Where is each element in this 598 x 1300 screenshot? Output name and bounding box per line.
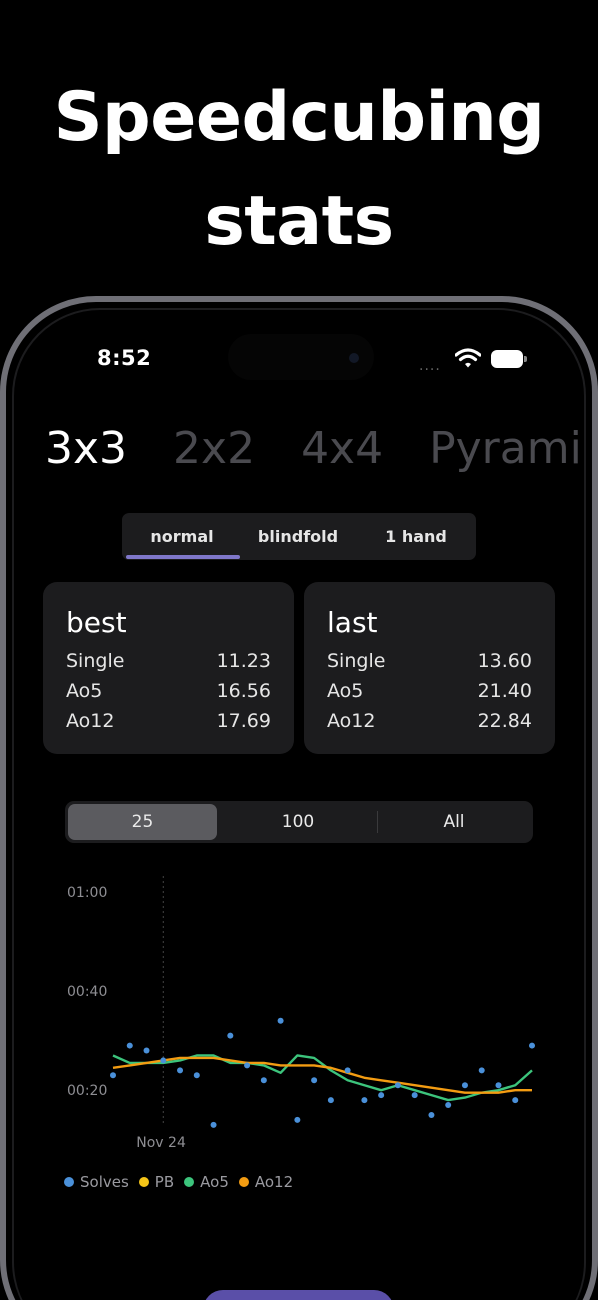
last-single-label: Single <box>327 650 386 672</box>
range-segmented-control: 25 100 All <box>65 801 533 843</box>
best-ao5-label: Ao5 <box>66 680 103 702</box>
solve-point <box>294 1116 301 1123</box>
mode-tab-blindfold[interactable]: blindfold <box>242 513 354 560</box>
puzzle-tab-4x4[interactable]: 4x4 <box>301 418 383 480</box>
solve-point <box>344 1067 351 1074</box>
best-ao12-label: Ao12 <box>66 710 115 732</box>
legend-dot-ao5 <box>184 1177 195 1187</box>
camera-dot <box>349 353 359 363</box>
solve-point <box>529 1042 535 1049</box>
solve-point <box>461 1082 468 1089</box>
solve-point <box>110 1072 116 1079</box>
solve-point <box>177 1067 184 1074</box>
legend-item-pb: PB <box>138 1173 175 1191</box>
best-title: best <box>66 606 127 639</box>
solve-point <box>361 1097 368 1104</box>
solve-point <box>143 1047 150 1054</box>
mode-tab-one-hand[interactable]: 1 hand <box>368 513 464 560</box>
headline: Speedcubing stats <box>0 66 598 274</box>
x-tick-label: Nov 24 <box>136 1135 186 1151</box>
last-ao12-label: Ao12 <box>327 710 376 732</box>
best-single-label: Single <box>66 650 125 672</box>
y-tick-label: 00:40 <box>67 984 107 1000</box>
last-ao5-label: Ao5 <box>327 680 364 702</box>
solve-point <box>260 1077 267 1084</box>
range-tab-100[interactable]: 100 <box>223 801 373 843</box>
legend-label-ao5: Ao5 <box>200 1173 229 1191</box>
puzzle-tab-2x2[interactable]: 2x2 <box>173 418 255 480</box>
puzzle-tabs: 3x3 2x2 4x4 Pyraminx <box>45 418 585 480</box>
range-tab-25[interactable]: 25 <box>68 804 217 840</box>
legend-dot-ao12 <box>238 1177 249 1187</box>
solve-point <box>193 1072 200 1079</box>
mode-tab-normal[interactable]: normal <box>130 513 234 560</box>
headline-line1: Speedcubing <box>53 78 545 157</box>
solve-point <box>394 1082 401 1089</box>
best-ao12-value: 17.69 <box>216 710 271 732</box>
legend-item-solves: Solves <box>64 1173 129 1191</box>
solve-point <box>311 1077 318 1084</box>
best-ao5-value: 16.56 <box>216 680 271 702</box>
solve-point <box>495 1082 502 1089</box>
best-card: best Single 11.23 Ao5 16.56 Ao12 17.69 <box>43 582 294 754</box>
mode-active-indicator <box>126 555 240 559</box>
legend-item-ao5: Ao5 <box>184 1173 229 1191</box>
headline-line2: stats <box>204 182 394 261</box>
solve-point <box>428 1111 435 1118</box>
solve-point <box>478 1067 485 1074</box>
solve-times-chart: 01:00 00:40 00:20 Nov 24 <box>67 876 535 1151</box>
range-divider <box>377 811 378 833</box>
bottom-action-button[interactable] <box>203 1290 394 1300</box>
legend-dot-solves <box>64 1177 74 1187</box>
solve-point <box>512 1097 519 1104</box>
solve-point <box>277 1017 284 1024</box>
last-ao5-value: 21.40 <box>477 680 532 702</box>
last-ao12-value: 22.84 <box>477 710 532 732</box>
last-single-value: 13.60 <box>477 650 532 672</box>
puzzle-tab-pyraminx[interactable]: Pyraminx <box>429 418 585 480</box>
chart-legend: Solves PB Ao5 Ao12 <box>64 1173 303 1191</box>
solve-point <box>327 1097 334 1104</box>
battery-icon <box>491 350 523 368</box>
y-tick-label: 00:20 <box>67 1083 107 1099</box>
legend-item-ao12: Ao12 <box>238 1173 294 1191</box>
solve-point <box>160 1057 167 1064</box>
range-tab-all[interactable]: All <box>379 801 529 843</box>
solve-point <box>126 1042 133 1049</box>
legend-label-solves: Solves <box>80 1173 129 1191</box>
last-card: last Single 13.60 Ao5 21.40 Ao12 22.84 <box>304 582 555 754</box>
solve-point <box>411 1092 418 1099</box>
status-time: 8:52 <box>97 346 152 370</box>
y-tick-label: 01:00 <box>67 885 107 901</box>
mode-segmented-control: normal blindfold 1 hand <box>122 513 476 560</box>
last-title: last <box>327 606 378 639</box>
wifi-icon <box>455 348 481 368</box>
battery-cap <box>524 356 527 362</box>
solve-point <box>210 1121 217 1128</box>
signal-icon: .... <box>419 358 441 374</box>
legend-dot-pb <box>138 1177 149 1187</box>
puzzle-tab-3x3[interactable]: 3x3 <box>45 418 127 480</box>
legend-label-pb: PB <box>154 1173 175 1191</box>
best-single-value: 11.23 <box>216 650 271 672</box>
solve-point <box>244 1062 251 1069</box>
solve-point <box>378 1092 385 1099</box>
solve-point <box>445 1102 452 1109</box>
legend-label-ao12: Ao12 <box>254 1173 294 1191</box>
solve-point <box>227 1032 234 1039</box>
